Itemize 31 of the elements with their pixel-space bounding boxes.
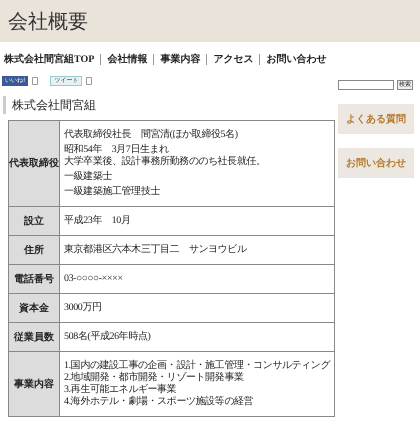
- count-bubble-icon: [86, 77, 92, 85]
- row-value: 03-○○○○-××××: [64, 273, 124, 285]
- count-bubble-icon: [32, 77, 38, 85]
- section-title: 株式会社間宮組: [12, 97, 96, 114]
- row-value: 昭和54年 3月7日生まれ: [64, 144, 170, 156]
- row-value: 一級建築士: [64, 171, 114, 183]
- nav-link[interactable]: 事業内容: [160, 52, 200, 66]
- row-label: 設立: [8, 206, 60, 236]
- row-value: 平成23年 10月: [64, 215, 132, 227]
- row-value: 508名(平成26年時点): [64, 331, 152, 343]
- nav-link[interactable]: 株式会社間宮組TOP: [4, 52, 94, 66]
- nav-link[interactable]: アクセス: [213, 52, 254, 66]
- row-value: 代表取締役社長 間宮清(ほか取締役5名): [64, 129, 239, 141]
- row-label: 代表取締役: [8, 120, 60, 206]
- search-field[interactable]: [338, 80, 394, 90]
- row-label: 事業内容: [8, 352, 60, 416]
- row-value: 1.国内の建設工事の企画・設計・施工管理・コンサルティング: [64, 360, 330, 372]
- page-title: 会社概要: [8, 8, 88, 35]
- row-label: 資本金: [8, 294, 60, 322]
- row-value: 3.再生可能エネルギー事業: [64, 384, 178, 396]
- row-value: 2.地域開発・都市開発・リゾート開発事業: [64, 372, 245, 384]
- row-label: 住所: [8, 236, 60, 264]
- nav-link[interactable]: お問い合わせ: [266, 52, 326, 66]
- nav-link[interactable]: 会社情報: [107, 52, 148, 66]
- row-value: 3000万円: [64, 302, 103, 314]
- row-label: 従業員数: [8, 322, 60, 352]
- row-value: 大学卒業後、設計事務所勤務ののち社長就任。: [64, 156, 267, 168]
- row-value: 4.海外ホテル・劇場・スポーツ施設等の経営: [64, 396, 254, 408]
- row-value: 東京都港区六本木三丁目二 サンヨウビル: [64, 244, 248, 256]
- row-label: 電話番号: [8, 264, 60, 294]
- row-value: 一級建築施工管理技士: [64, 186, 162, 198]
